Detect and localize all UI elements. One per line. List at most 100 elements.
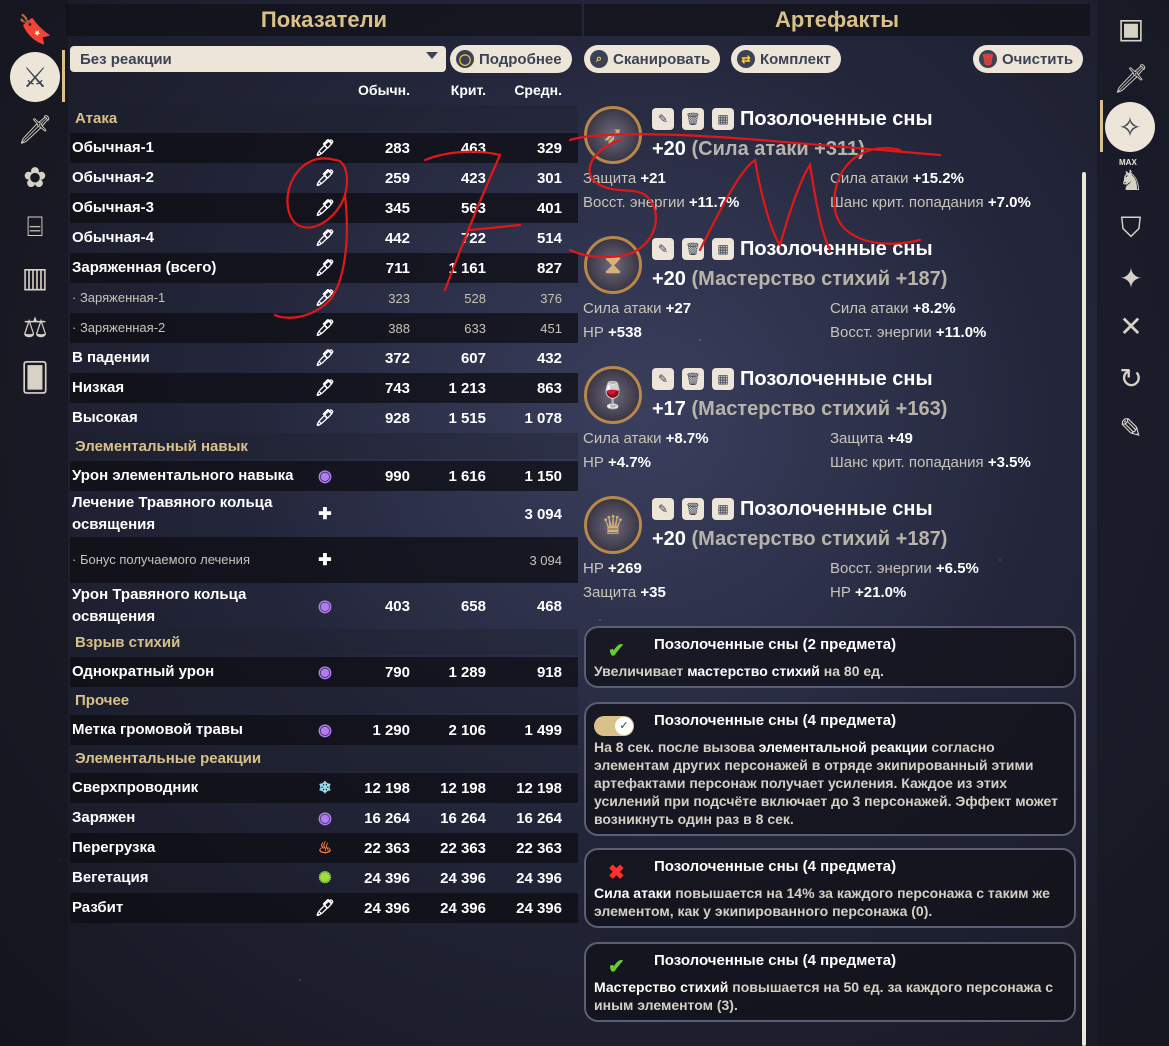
artifact-main-stat: +17 (Мастерство стихий +163) — [652, 398, 947, 421]
sword-icon: 🖊 — [314, 200, 336, 217]
horse-icon[interactable]: ♞ — [1109, 158, 1153, 202]
scrollbar[interactable] — [1082, 172, 1086, 1046]
artifact-substat: Восст. энергии +11.7% — [583, 194, 739, 211]
table-row: Заряженная (всего) 🖊 711 1 161 827 — [70, 253, 578, 283]
trash-icon[interactable]: 🗑 — [682, 238, 704, 260]
normal-value: 388 — [388, 320, 410, 336]
substat-name: HP — [830, 584, 851, 601]
normal-value: 1 290 — [372, 721, 410, 739]
sands-icon[interactable]: ⧗ — [584, 236, 642, 294]
table-row: Сверхпроводник ❄ 12 198 12 198 12 198 — [70, 773, 578, 803]
refresh-icon[interactable]: ↻ — [1109, 356, 1153, 400]
trash-icon[interactable]: 🗑 — [682, 498, 704, 520]
substat-name: HP — [583, 454, 604, 471]
sparkle-icon[interactable]: ✦ — [1109, 256, 1153, 300]
set-button[interactable]: ⇄ Комплект — [731, 45, 841, 73]
substat-name: Защита — [583, 170, 637, 187]
avg-value: 1 499 — [524, 721, 562, 739]
substat-name: Восст. энергии — [583, 194, 685, 211]
mask-icon[interactable]: ⛉ — [1109, 206, 1153, 250]
table-row: Метка громовой травы ◉ 1 290 2 106 1 499 — [70, 715, 578, 745]
scales-icon[interactable]: ⚖ — [14, 306, 56, 348]
weapon-icon[interactable]: 🗡 — [1109, 56, 1153, 100]
normal-value: 790 — [384, 663, 410, 681]
artifacts-header: Артефакты — [584, 4, 1090, 36]
backpack-icon[interactable]: ▦ — [712, 238, 734, 260]
sword-icon: 🖊 — [314, 900, 336, 917]
crit-value: 528 — [464, 290, 486, 306]
artifact-main-value: (Сила атаки +311) — [691, 138, 865, 160]
table-icon[interactable]: ⌸ — [14, 206, 56, 248]
sword-icon[interactable]: 🗡 — [14, 108, 56, 150]
artifact-compass-icon[interactable]: ✧ — [1105, 102, 1155, 152]
column-normal: Обычн. — [358, 82, 410, 98]
table-row: Обычная-3 🖊 345 563 401 — [70, 193, 578, 223]
row-label: Однократный урон — [72, 663, 215, 680]
details-button[interactable]: ◯ Подробнее — [450, 45, 572, 73]
row-label: Метка громовой травы — [72, 721, 243, 738]
row-label: Обычная-1 — [72, 139, 154, 156]
bar-chart-icon[interactable]: ▥ — [14, 256, 56, 298]
table-row: Обычная-4 🖊 442 722 514 — [70, 223, 578, 253]
table-row: Перегрузка ♨ 22 363 22 363 22 363 — [70, 833, 578, 863]
magnifier-icon: ⌕ — [590, 50, 608, 68]
circlet-icon[interactable]: ♛ — [584, 496, 642, 554]
crossed-swords-icon[interactable]: ⚔ — [10, 52, 60, 102]
table-row: · Бонус получаемого лечения ✚ 3 094 — [70, 537, 578, 583]
feather-icon[interactable]: ✎ — [1109, 406, 1153, 450]
edit-icon[interactable]: ✎ — [652, 368, 674, 390]
edit-icon[interactable]: ✎ — [652, 238, 674, 260]
scan-button[interactable]: ⌕ Сканировать — [584, 45, 721, 73]
substat-name: Восст. энергии — [830, 324, 932, 341]
artifact-substat: Сила атаки +15.2% — [830, 170, 964, 187]
edit-icon[interactable]: ✎ — [652, 108, 674, 130]
trash-icon[interactable]: 🗑 — [682, 108, 704, 130]
row-label: Обычная-3 — [72, 199, 154, 216]
plume-icon[interactable]: ➶ — [584, 106, 642, 164]
table-row: В падении 🖊 372 607 432 — [70, 343, 578, 373]
substat-value: +11.0% — [935, 324, 987, 341]
cards-icon[interactable]: 🂠 — [14, 356, 56, 398]
backpack-icon[interactable]: ▦ — [712, 498, 734, 520]
artifact-name: Позолоченные сны — [740, 368, 933, 390]
artifact-main-value: (Мастерство стихий +187) — [691, 528, 948, 550]
row-label: Низкая — [72, 379, 125, 396]
trash-icon[interactable]: 🗑 — [682, 368, 704, 390]
bonus-title: Позолоченные сны (4 предмета) — [654, 712, 897, 729]
normal-value: 403 — [384, 597, 410, 615]
electro-icon: ◉ — [318, 468, 332, 485]
column-crit: Крит. — [450, 82, 486, 98]
left-sidebar: 🔖 ⚔ 🗡 ✿ ⌸ ▥ ⚖ 🂠 — [0, 0, 68, 1046]
normal-value: 323 — [388, 290, 410, 306]
reaction-select[interactable]: Без реакции — [70, 46, 446, 72]
artifact-substat: HP +538 — [583, 324, 642, 341]
artifact-name: Позолоченные сны — [740, 108, 933, 130]
substat-value: +49 — [887, 430, 913, 447]
row-label: В падении — [72, 349, 150, 366]
cutlery-icon[interactable]: ✕ — [1109, 304, 1153, 348]
artifact-level: +20 — [652, 138, 686, 160]
clear-label: Очистить — [1002, 50, 1074, 68]
artifact-substat: Восст. энергии +11.0% — [830, 324, 986, 341]
stats-header: Показатели — [66, 4, 582, 36]
table-row: Лечение Травяного кольца освящения ✚ 3 094 — [70, 491, 578, 537]
substat-name: Сила атаки — [830, 170, 909, 187]
bookmark-icon[interactable]: 🔖 — [14, 8, 56, 50]
artifact-substat: Защита +21 — [583, 170, 666, 187]
bonus-toggle[interactable] — [594, 716, 634, 736]
backpack-icon[interactable]: ▦ — [712, 368, 734, 390]
substat-name: HP — [583, 324, 604, 341]
row-label: · Заряженная-2 — [72, 320, 166, 335]
clear-button[interactable]: 🗑 Очистить — [973, 45, 1084, 73]
flower-icon[interactable]: ✿ — [14, 156, 56, 198]
cross-icon: ✖ — [608, 862, 625, 884]
swap-icon: ⇄ — [737, 50, 755, 68]
section-header: Атака — [70, 105, 578, 131]
backpack-icon[interactable]: ▦ — [712, 108, 734, 130]
edit-icon[interactable]: ✎ — [652, 498, 674, 520]
goblet-icon[interactable]: 🍷 — [584, 366, 642, 424]
crit-value: 633 — [464, 320, 486, 336]
character-card-icon[interactable]: ▣ — [1109, 6, 1153, 50]
table-row: Обычная-2 🖊 259 423 301 — [70, 163, 578, 193]
avg-value: 827 — [536, 259, 562, 277]
